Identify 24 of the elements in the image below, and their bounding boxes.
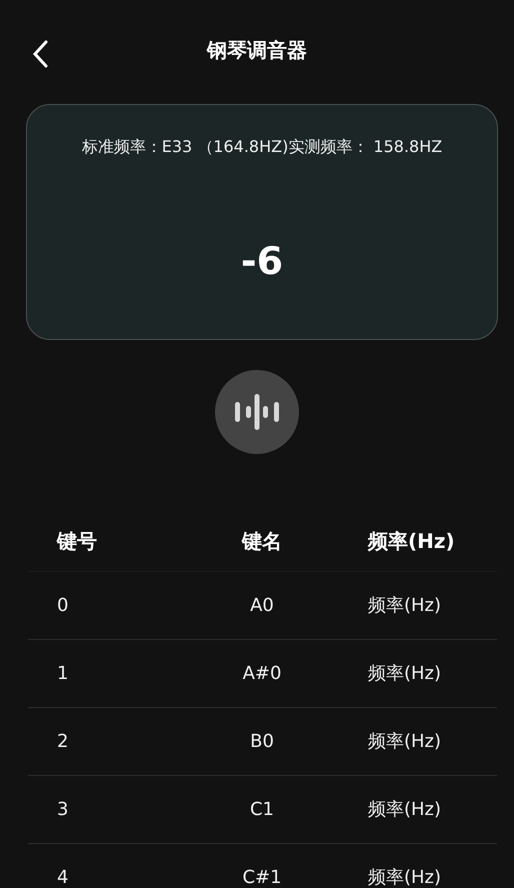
table-cell-text: 频率(Hz) — [367, 594, 442, 618]
table-cell-text: 频率(Hz) — [367, 798, 442, 822]
sound-wave-icon — [232, 392, 282, 432]
table-cell-text: 1 — [56, 662, 68, 686]
page-title: 钢琴调音器 — [207, 37, 307, 64]
table-cell-text: 4 — [56, 866, 68, 888]
table-cell-text: 3 — [56, 798, 68, 822]
table-cell-text: 0 — [56, 594, 68, 618]
table-cell-text: 2 — [56, 730, 68, 754]
table-cell-text: 频率(Hz) — [367, 662, 442, 686]
table-cell-text: 频率(Hz) — [367, 730, 442, 754]
table-cell-text: B0 — [250, 730, 274, 754]
column-header: 键名 — [242, 528, 282, 554]
table-cell-text: A0 — [250, 594, 274, 618]
column-header: 频率(Hz) — [366, 528, 455, 554]
table-cell-text: 频率(Hz) — [367, 866, 442, 888]
table-cell-text: A#0 — [242, 662, 282, 686]
column-header: 键号 — [56, 528, 97, 554]
back-icon — [32, 40, 48, 68]
deviation-value: -6 — [240, 238, 284, 285]
table-cell-text: C#1 — [242, 866, 282, 888]
table-cell-text: C1 — [250, 798, 274, 822]
back-button[interactable] — [30, 38, 50, 70]
frequency-info: 标准频率：E33 （164.8HZ)实测频率： 158.8HZ — [82, 136, 442, 158]
